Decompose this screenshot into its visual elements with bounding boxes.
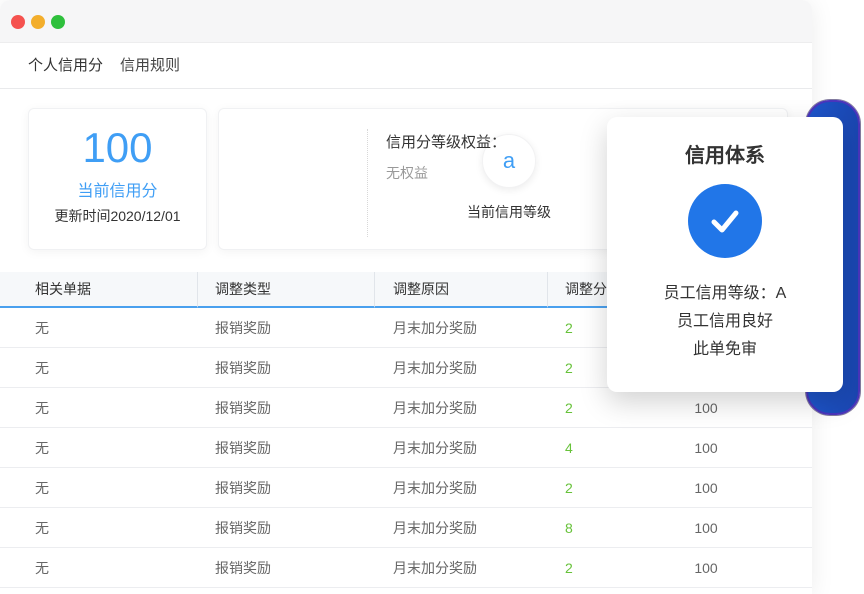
- popover-line: 此单免审: [607, 336, 843, 364]
- zoom-button[interactable]: [51, 15, 65, 29]
- credit-system-popover: 信用体系 员工信用等级：A员工信用良好此单免审: [607, 117, 843, 392]
- titlebar: [0, 0, 812, 43]
- table-row: 无报销奖励月末加分奖励2100: [0, 468, 812, 508]
- table-row: 无报销奖励月末加分奖励2100: [0, 388, 812, 428]
- tabbar: 个人信用分 信用规则: [0, 43, 812, 89]
- table-cell: 月末加分奖励: [375, 468, 548, 508]
- header-cell: 相关单据: [0, 272, 198, 308]
- popover-title: 信用体系: [607, 139, 843, 168]
- table-cell: 100: [620, 388, 792, 428]
- close-button[interactable]: [11, 15, 25, 29]
- table-cell: 月末加分奖励: [375, 548, 548, 588]
- table-cell: 8: [548, 508, 620, 548]
- table-cell: 无: [0, 428, 198, 468]
- credit-score-card: 100 当前信用分 更新时间2020/12/01: [28, 108, 207, 250]
- table-cell: 100: [620, 468, 792, 508]
- table-cell: 100: [620, 428, 792, 468]
- table-cell: 100: [620, 548, 792, 588]
- benefits-value: 无权益: [386, 163, 428, 183]
- tab-personal-credit[interactable]: 个人信用分: [28, 43, 103, 88]
- table-cell: 2: [548, 468, 620, 508]
- table-cell: 月末加分奖励: [375, 348, 548, 388]
- table-cell: 月末加分奖励: [375, 428, 548, 468]
- score-value: 100: [29, 125, 206, 171]
- score-label: 当前信用分: [29, 177, 206, 201]
- header-cell: 调整类型: [198, 272, 375, 308]
- table-cell: 无: [0, 548, 198, 588]
- popover-line: 员工信用等级：A: [607, 280, 843, 308]
- header-cell: 调整原因: [375, 272, 548, 308]
- table-row: 无报销奖励月末加分奖励4100: [0, 428, 812, 468]
- table-cell: 报销奖励: [198, 348, 375, 388]
- table-row: 无报销奖励月末加分奖励8100: [0, 508, 812, 548]
- benefits-title: 信用分等级权益：: [386, 131, 506, 152]
- table-cell: 报销奖励: [198, 388, 375, 428]
- table-cell: 100: [620, 508, 792, 548]
- score-updated: 更新时间2020/12/01: [29, 206, 206, 226]
- level-label: 当前信用等级: [437, 202, 581, 222]
- table-cell: 无: [0, 468, 198, 508]
- tab-credit-rules[interactable]: 信用规则: [120, 43, 180, 88]
- dotted-divider: [367, 129, 368, 237]
- table-cell: 2: [548, 548, 620, 588]
- table-cell: 报销奖励: [198, 308, 375, 348]
- check-circle-icon: [688, 184, 762, 258]
- popover-line: 员工信用良好: [607, 308, 843, 336]
- table-cell: 无: [0, 348, 198, 388]
- popover-lines: 员工信用等级：A员工信用良好此单免审: [607, 280, 843, 364]
- screenshot-stage: 个人信用分 信用规则 100 当前信用分 更新时间2020/12/01 a 当前…: [0, 0, 864, 594]
- table-cell: 报销奖励: [198, 508, 375, 548]
- table-cell: 报销奖励: [198, 548, 375, 588]
- table-cell: 2: [548, 388, 620, 428]
- table-cell: 4: [548, 428, 620, 468]
- table-cell: 无: [0, 388, 198, 428]
- table-cell: 月末加分奖励: [375, 508, 548, 548]
- table-cell: 月末加分奖励: [375, 308, 548, 348]
- table-cell: 无: [0, 308, 198, 348]
- minimize-button[interactable]: [31, 15, 45, 29]
- table-cell: 报销奖励: [198, 468, 375, 508]
- table-cell: 无: [0, 508, 198, 548]
- table-row: 无报销奖励月末加分奖励2100: [0, 548, 812, 588]
- table-cell: 报销奖励: [198, 428, 375, 468]
- table-cell: 月末加分奖励: [375, 388, 548, 428]
